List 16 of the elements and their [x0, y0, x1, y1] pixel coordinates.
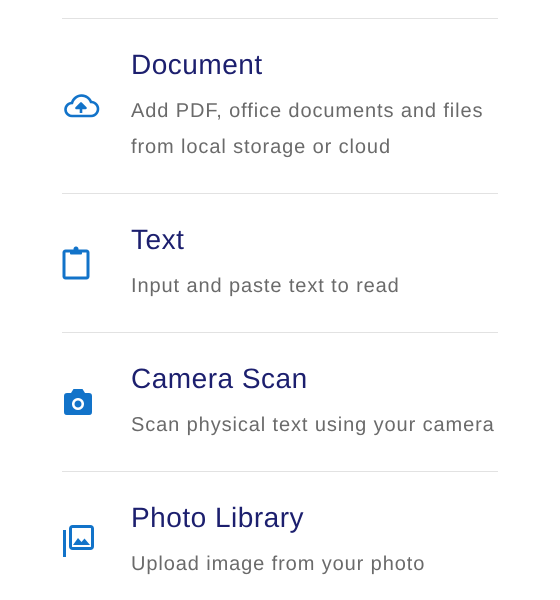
- option-title: Camera Scan: [131, 362, 309, 396]
- camera-icon: [62, 388, 94, 416]
- option-row[interactable]: Document Add PDF, office documents and files from local storage or cloud: [62, 19, 498, 194]
- option-row[interactable]: Photo Library Upload image from your photo: [62, 472, 498, 600]
- option-title: Text: [131, 223, 186, 257]
- option-title: Document: [131, 48, 264, 82]
- option-title: Photo Library: [131, 501, 306, 535]
- option-row[interactable]: Camera Scan Scan physical text using your camera: [62, 333, 498, 472]
- clipboard-icon: [62, 246, 90, 280]
- option-description: Add PDF, office documents and files from local storage or cloud: [131, 99, 484, 160]
- option-description: Scan physical text using your camera: [131, 413, 496, 438]
- image-library-icon: [62, 525, 94, 557]
- option-description: Upload image from your photo: [131, 552, 426, 577]
- option-row[interactable]: Text Input and paste text to read: [62, 194, 498, 333]
- cloud-upload-icon: [62, 94, 100, 118]
- option-description: Input and paste text to read: [131, 274, 401, 299]
